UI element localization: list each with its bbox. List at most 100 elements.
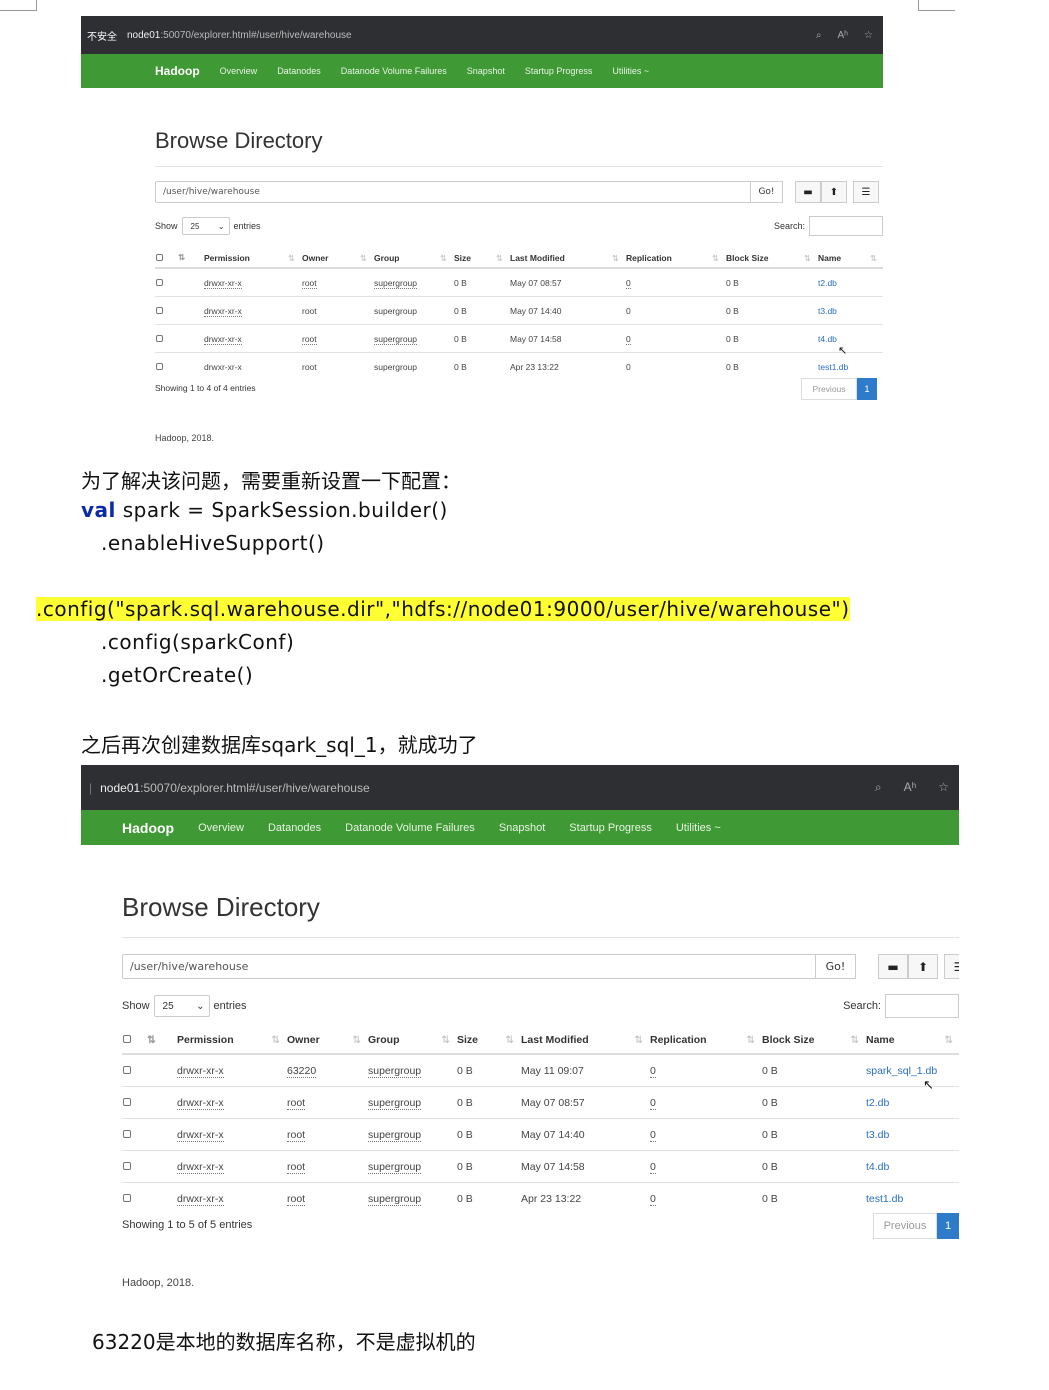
col-owner[interactable]: Owner ⇅ <box>301 248 373 269</box>
group-link[interactable]: supergroup <box>374 277 418 289</box>
col-group[interactable]: Group ⇅ <box>373 248 453 269</box>
read-aloud-icon[interactable]: Aʰ <box>838 30 849 41</box>
group-link[interactable]: supergroup <box>368 1160 422 1174</box>
group-link[interactable]: supergroup <box>374 333 418 345</box>
permission-link[interactable]: drwxr-xr-x <box>177 1096 224 1110</box>
owner-link[interactable]: root <box>287 1128 306 1142</box>
group-link[interactable]: supergroup <box>368 1128 422 1142</box>
name-link[interactable]: test1.db <box>866 1193 903 1205</box>
row-checkbox[interactable] <box>123 1193 131 1202</box>
row-checkbox[interactable] <box>156 334 163 342</box>
create-folder-button[interactable]: ▬ <box>795 181 821 203</box>
address-bar[interactable]: | node01:50070/explorer.html#/user/hive/… <box>81 765 959 810</box>
group-link[interactable]: supergroup <box>368 1192 422 1206</box>
permission-link[interactable]: drwxr-xr-x <box>204 362 242 372</box>
col-size[interactable]: Size ⇅ <box>456 1027 520 1055</box>
row-checkbox[interactable] <box>123 1097 131 1106</box>
previous-button[interactable]: Previous <box>873 1213 937 1239</box>
row-checkbox[interactable] <box>156 362 163 370</box>
upload-button[interactable]: ⬆ <box>821 181 847 203</box>
col-block-size[interactable]: Block Size ⇅ <box>725 248 817 269</box>
permission-link[interactable]: drwxr-xr-x <box>177 1192 224 1206</box>
nav-item-startup-progress[interactable]: Startup Progress <box>525 66 593 76</box>
permission-link[interactable]: drwxr-xr-x <box>204 333 242 345</box>
col-name[interactable]: Name ⇅ <box>817 248 883 269</box>
navbar-brand[interactable]: Hadoop <box>122 820 174 836</box>
nav-item-volume-failures[interactable]: Datanode Volume Failures <box>345 822 475 834</box>
nav-item-utilities[interactable]: Utilities ~ <box>612 66 649 76</box>
path-input[interactable]: /user/hive/warehouse <box>122 954 816 979</box>
entries-select[interactable]: 25 ⌄ <box>181 217 230 235</box>
previous-button[interactable]: Previous <box>801 378 857 400</box>
name-link[interactable]: test1.db <box>818 362 848 372</box>
owner-link[interactable]: 63220 <box>287 1064 317 1078</box>
permission-link[interactable]: drwxr-xr-x <box>177 1064 224 1078</box>
name-link[interactable]: t4.db <box>866 1161 889 1173</box>
nav-item-snapshot[interactable]: Snapshot <box>499 822 545 834</box>
replication-link[interactable]: 0 <box>650 1192 656 1206</box>
search-icon[interactable]: ⌕ <box>875 780 882 795</box>
replication-link[interactable]: 0 <box>650 1128 656 1142</box>
permission-link[interactable]: drwxr-xr-x <box>177 1128 224 1142</box>
nav-item-overview[interactable]: Overview <box>220 66 258 76</box>
url-text[interactable]: node01:50070/explorer.html#/user/hive/wa… <box>127 30 816 41</box>
permission-link[interactable]: drwxr-xr-x <box>204 277 242 289</box>
favorite-star-icon[interactable]: ☆ <box>938 780 949 795</box>
group-link[interactable]: supergroup <box>374 306 417 316</box>
col-permission[interactable]: Permission ⇅ <box>203 248 301 269</box>
select-all-checkbox[interactable] <box>156 253 163 261</box>
replication-link[interactable]: 0 <box>626 362 631 372</box>
page-1-button[interactable]: 1 <box>937 1213 959 1239</box>
create-folder-button[interactable]: ▬ <box>878 954 908 979</box>
col-replication[interactable]: Replication ⇅ <box>649 1027 761 1055</box>
nav-item-utilities[interactable]: Utilities ~ <box>676 822 721 834</box>
name-link[interactable]: t3.db <box>866 1129 889 1141</box>
address-bar[interactable]: 不安全 node01:50070/explorer.html#/user/hiv… <box>81 16 883 54</box>
col-size[interactable]: Size ⇅ <box>453 248 509 269</box>
permission-link[interactable]: drwxr-xr-x <box>177 1160 224 1174</box>
go-button[interactable]: Go! <box>751 181 783 203</box>
go-button[interactable]: Go! <box>816 954 856 979</box>
search-input[interactable] <box>809 216 883 236</box>
col-name[interactable]: Name ⇅ <box>865 1027 959 1055</box>
row-checkbox[interactable] <box>123 1129 131 1138</box>
navbar-brand[interactable]: Hadoop <box>155 64 200 78</box>
name-link[interactable]: spark_sql_1.db <box>866 1065 937 1077</box>
col-block-size[interactable]: Block Size ⇅ <box>761 1027 865 1055</box>
group-link[interactable]: supergroup <box>368 1064 422 1078</box>
row-checkbox[interactable] <box>156 306 163 314</box>
nav-item-volume-failures[interactable]: Datanode Volume Failures <box>341 66 447 76</box>
row-checkbox[interactable] <box>123 1161 131 1170</box>
col-replication[interactable]: Replication ⇅ <box>625 248 725 269</box>
name-link[interactable]: t2.db <box>818 278 837 288</box>
owner-link[interactable]: root <box>302 362 317 372</box>
page-1-button[interactable]: 1 <box>857 378 877 400</box>
col-last-modified[interactable]: Last Modified ⇅ <box>509 248 625 269</box>
read-aloud-icon[interactable]: Aʰ <box>904 780 917 795</box>
upload-button[interactable]: ⬆ <box>908 954 938 979</box>
nav-item-snapshot[interactable]: Snapshot <box>467 66 505 76</box>
row-checkbox[interactable] <box>123 1065 131 1074</box>
nav-item-datanodes[interactable]: Datanodes <box>268 822 321 834</box>
sort-icon[interactable]: ⇅ <box>178 252 185 262</box>
owner-link[interactable]: root <box>287 1160 306 1174</box>
replication-link[interactable]: 0 <box>626 277 631 289</box>
replication-link[interactable]: 0 <box>650 1160 656 1174</box>
cut-paste-button[interactable]: ☰ <box>853 181 879 203</box>
owner-link[interactable]: root <box>302 306 317 316</box>
group-link[interactable]: supergroup <box>368 1096 422 1110</box>
replication-link[interactable]: 0 <box>626 333 631 345</box>
entries-select[interactable]: 25 ⌄ <box>153 995 210 1017</box>
nav-item-overview[interactable]: Overview <box>198 822 244 834</box>
replication-link[interactable]: 0 <box>650 1064 656 1078</box>
nav-item-startup-progress[interactable]: Startup Progress <box>569 822 652 834</box>
col-group[interactable]: Group ⇅ <box>367 1027 456 1055</box>
nav-item-datanodes[interactable]: Datanodes <box>277 66 321 76</box>
owner-link[interactable]: root <box>302 333 317 345</box>
name-link[interactable]: t2.db <box>866 1097 889 1109</box>
favorite-star-icon[interactable]: ☆ <box>864 30 873 41</box>
replication-link[interactable]: 0 <box>626 306 631 316</box>
url-text[interactable]: node01:50070/explorer.html#/user/hive/wa… <box>100 781 875 795</box>
name-link[interactable]: t3.db <box>818 306 837 316</box>
col-last-modified[interactable]: Last Modified ⇅ <box>520 1027 649 1055</box>
